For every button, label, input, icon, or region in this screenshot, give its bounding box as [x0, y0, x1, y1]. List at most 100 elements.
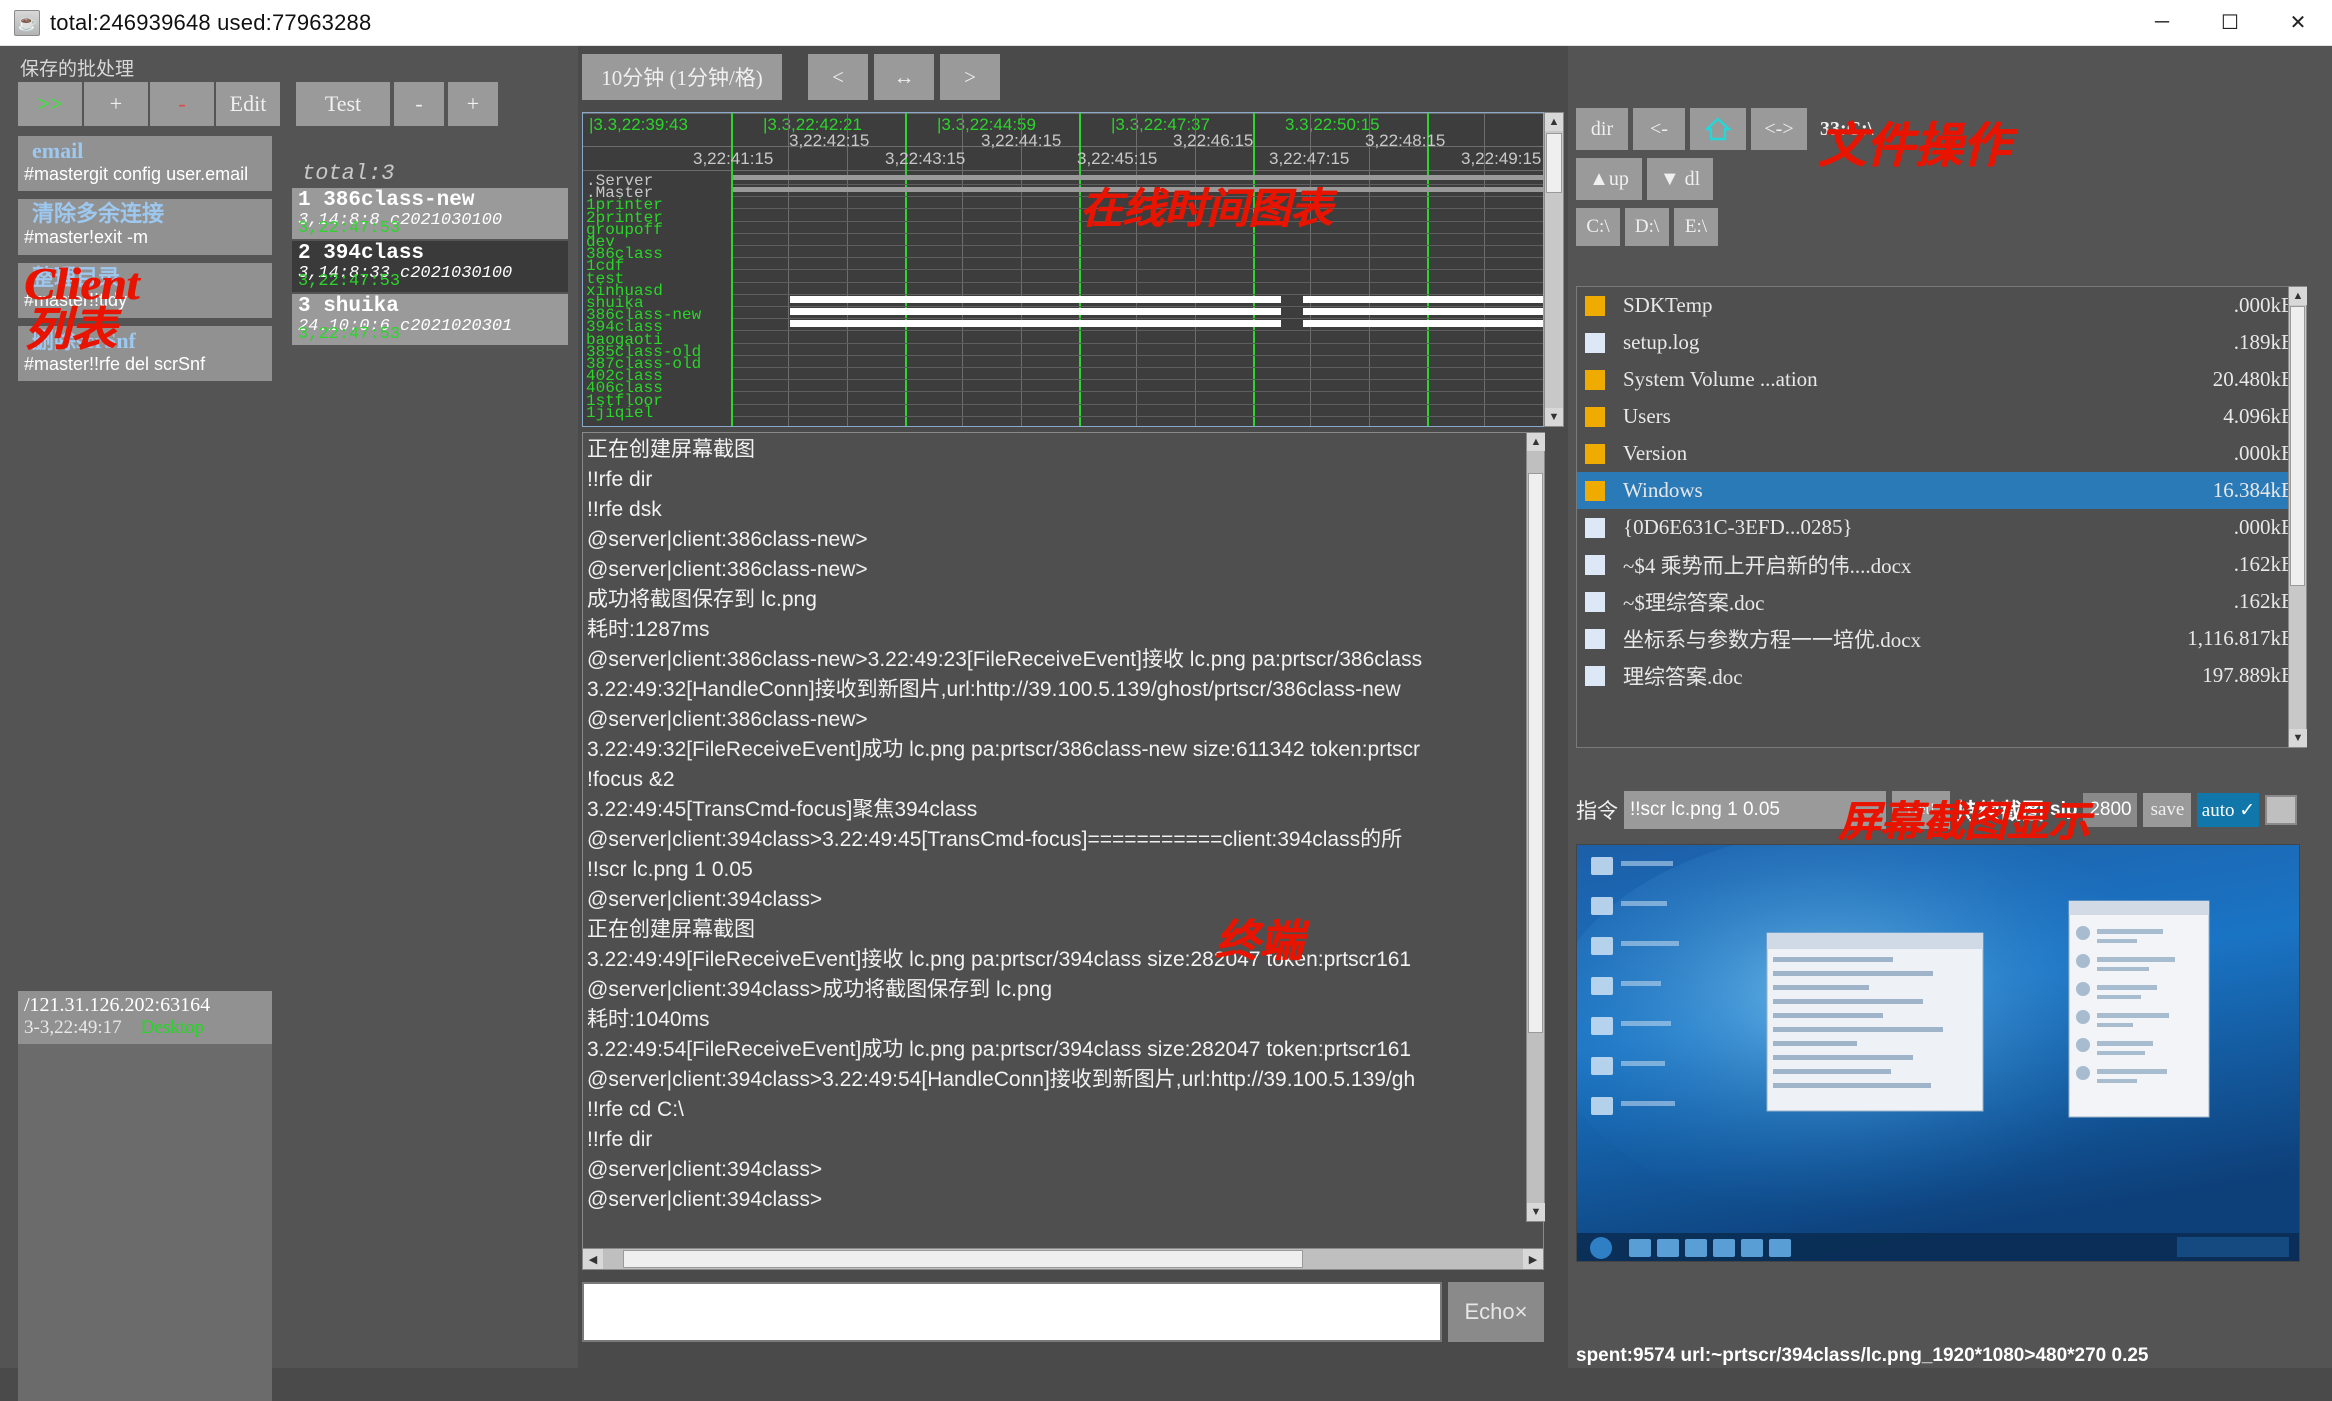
client-list-item[interactable]: 1 386class-new 3,14:8:8 c2021030100 3,22:4…	[292, 188, 568, 240]
batch-item[interactable]: 整理目录 #master!!tidy	[18, 262, 272, 318]
chart-row-separator	[733, 306, 1543, 307]
file-size: 20.480kB	[2212, 367, 2295, 391]
capture-checkbox[interactable]	[2265, 795, 2298, 825]
chart-next-button[interactable]: >	[940, 54, 1000, 100]
terminal-scroll-down-icon[interactable]: ▼	[1527, 1203, 1545, 1221]
batch-edit-button[interactable]: Edit	[216, 82, 280, 126]
chart-minor-tick-label: 3,22:41:15	[693, 149, 774, 168]
terminal-line: @server|client:394class>	[587, 888, 823, 912]
test-button[interactable]: Test	[296, 82, 390, 126]
batch-item[interactable]: email #mastergit config user.email	[18, 136, 272, 192]
screenshot-command-input[interactable]	[1624, 791, 1886, 829]
chart-offline-gap	[1281, 308, 1303, 316]
terminal-line: !!rfe dsk	[587, 498, 662, 522]
batch-run-button[interactable]: >>	[18, 82, 82, 126]
drive-d-button[interactable]: D:\	[1625, 208, 1669, 246]
swap-button[interactable]: <->	[1751, 108, 1807, 150]
online-timeline-chart[interactable]: |3.3,22:39:43 |3.3,22:42:21 |3.3,22:44:59 |…	[582, 112, 1544, 427]
file-scroll-thumb[interactable]	[2290, 306, 2305, 586]
client-remove-button[interactable]: -	[394, 82, 444, 126]
command-label: 指令	[1576, 799, 1618, 823]
chart-scroll-up-icon[interactable]: ▲	[1545, 113, 1563, 131]
download-button[interactable]: ▼ dl	[1647, 158, 1713, 200]
file-manager-toolbar: dir <- <-> 33:C:\	[1576, 108, 1873, 150]
file-name: System Volume ...ation	[1623, 367, 1818, 391]
terminal-output[interactable]: 正在创建屏幕截图 !!rfe dir !!rfe dsk @server|client…	[582, 432, 1544, 1250]
file-list-row[interactable]: 坐标系与参数方程一一培优.docx 1,116.817kB	[1577, 620, 2305, 657]
echo-button[interactable]: Echo×	[1448, 1282, 1544, 1342]
chart-online-bar	[789, 308, 1543, 316]
continuous-capture-label[interactable]: 持续截图	[1956, 794, 2044, 826]
saved-batch-list: email #mastergit config user.email 清除多余连接 #…	[18, 136, 272, 389]
client-list-item[interactable]: 2 394class 3,14:8:33 c2021030100 3,22:47:5…	[292, 241, 568, 293]
minimize-button[interactable]: ─	[2128, 0, 2196, 45]
terminal-vertical-scrollbar[interactable]: ▲ ▼	[1526, 432, 1545, 1222]
chart-range-button[interactable]: 10分钟 (1分钟/格)	[582, 54, 782, 100]
drive-e-button[interactable]: E:\	[1674, 208, 1718, 246]
file-list-row[interactable]: Windows 16.384kB	[1577, 472, 2305, 509]
file-list-row[interactable]: SDKTemp .000kB	[1577, 287, 2305, 324]
get-button[interactable]: Get!	[1892, 791, 1950, 829]
file-size: .000kB	[2233, 293, 2295, 317]
back-button[interactable]: <-	[1633, 108, 1685, 150]
chart-row-separator	[733, 208, 1543, 210]
chart-row-separator	[733, 415, 1543, 417]
file-list-row[interactable]: Users 4.096kB	[1577, 398, 2305, 435]
auto-toggle-button[interactable]: auto ✓	[2197, 793, 2260, 827]
close-button[interactable]: ✕	[2264, 0, 2332, 45]
terminal-scroll-thumb[interactable]	[1528, 473, 1543, 1033]
chart-prev-button[interactable]: <	[808, 54, 868, 100]
chart-scroll-thumb[interactable]	[1546, 133, 1562, 193]
chart-fit-button[interactable]: ↔	[874, 54, 934, 100]
terminal-scroll-left-icon[interactable]: ◀	[583, 1249, 603, 1269]
chart-row-separator	[733, 245, 1543, 246]
client-list-item[interactable]: 3 shuika 24.10:0:6 c2021020301 3,22:47:53	[292, 294, 568, 346]
master-ip: /121.31.126.202:63164	[24, 994, 211, 1016]
file-name: 理综答案.doc	[1623, 664, 1743, 689]
home-icon[interactable]	[1690, 108, 1746, 150]
window-title-bar: ☕ total:246939648 used:77963288 ─ ☐ ✕	[0, 0, 2332, 46]
chart-scroll-down-icon[interactable]: ▼	[1545, 408, 1563, 426]
file-list-row[interactable]: ~$4 乘势而上开启新的伟....docx .162kB	[1577, 546, 2305, 583]
command-input[interactable]	[582, 1282, 1442, 1342]
terminal-horizontal-scrollbar[interactable]: ◀ ▶	[582, 1248, 1544, 1270]
batch-item-command: #master!!rfe del scrSnf	[24, 353, 206, 374]
maximize-button[interactable]: ☐	[2196, 0, 2264, 45]
file-list-row[interactable]: {0D6E631C-3EFD...0285} .000kB	[1577, 509, 2305, 546]
upload-button[interactable]: ▲up	[1576, 158, 1642, 200]
file-list-row[interactable]: setup.log .189kB	[1577, 324, 2305, 361]
file-name: Version	[1623, 441, 1688, 465]
batch-add-button[interactable]: +	[84, 82, 148, 126]
terminal-scroll-right-icon[interactable]: ▶	[1523, 1249, 1543, 1269]
sleep-input[interactable]	[2083, 793, 2138, 827]
window-controls: ─ ☐ ✕	[2128, 0, 2332, 45]
file-list-row[interactable]: ~$理综答案.doc .162kB	[1577, 583, 2305, 620]
batch-item[interactable]: 清除多余连接 #master!exit -m	[18, 199, 272, 255]
folder-icon	[1585, 295, 1605, 316]
file-scroll-up-icon[interactable]: ▲	[2289, 287, 2307, 305]
file-list-row[interactable]: 理综答案.doc 197.889kB	[1577, 657, 2305, 694]
file-scroll-down-icon[interactable]: ▼	[2289, 729, 2307, 747]
screenshot-preview[interactable]	[1576, 844, 2300, 1262]
master-list-item[interactable]: /121.31.126.202:63164 3-3,22:49:17 Deskt…	[18, 991, 272, 1044]
file-size: 16.384kB	[2212, 478, 2295, 502]
client-add-button[interactable]: +	[448, 82, 498, 126]
terminal-line: 耗时:1040ms	[587, 1008, 710, 1032]
file-list-row[interactable]: System Volume ...ation 20.480kB	[1577, 361, 2305, 398]
dir-button[interactable]: dir	[1576, 108, 1628, 150]
chart-row-separator	[733, 269, 1543, 271]
batch-item[interactable]: 删除scrSnf #master!!rfe del scrSnf	[18, 325, 272, 382]
file-list-scrollbar[interactable]: ▲ ▼	[2288, 286, 2307, 748]
terminal-scroll-up-icon[interactable]: ▲	[1527, 433, 1545, 451]
chart-server-bar	[733, 175, 1543, 180]
file-list[interactable]: SDKTemp .000kB setup.log .189kB System Volum…	[1576, 286, 2306, 748]
chart-scrollbar[interactable]: ▲ ▼	[1544, 112, 1564, 427]
file-name: Windows	[1623, 478, 1703, 502]
batch-remove-button[interactable]: -	[150, 82, 214, 126]
save-button[interactable]: save	[2143, 793, 2192, 827]
terminal-hscroll-thumb[interactable]	[623, 1250, 1303, 1268]
drive-c-button[interactable]: C:\	[1576, 208, 1620, 246]
preview-image	[1577, 845, 2299, 1261]
chart-online-bar	[789, 296, 1543, 303]
file-list-row[interactable]: Version .000kB	[1577, 435, 2305, 472]
